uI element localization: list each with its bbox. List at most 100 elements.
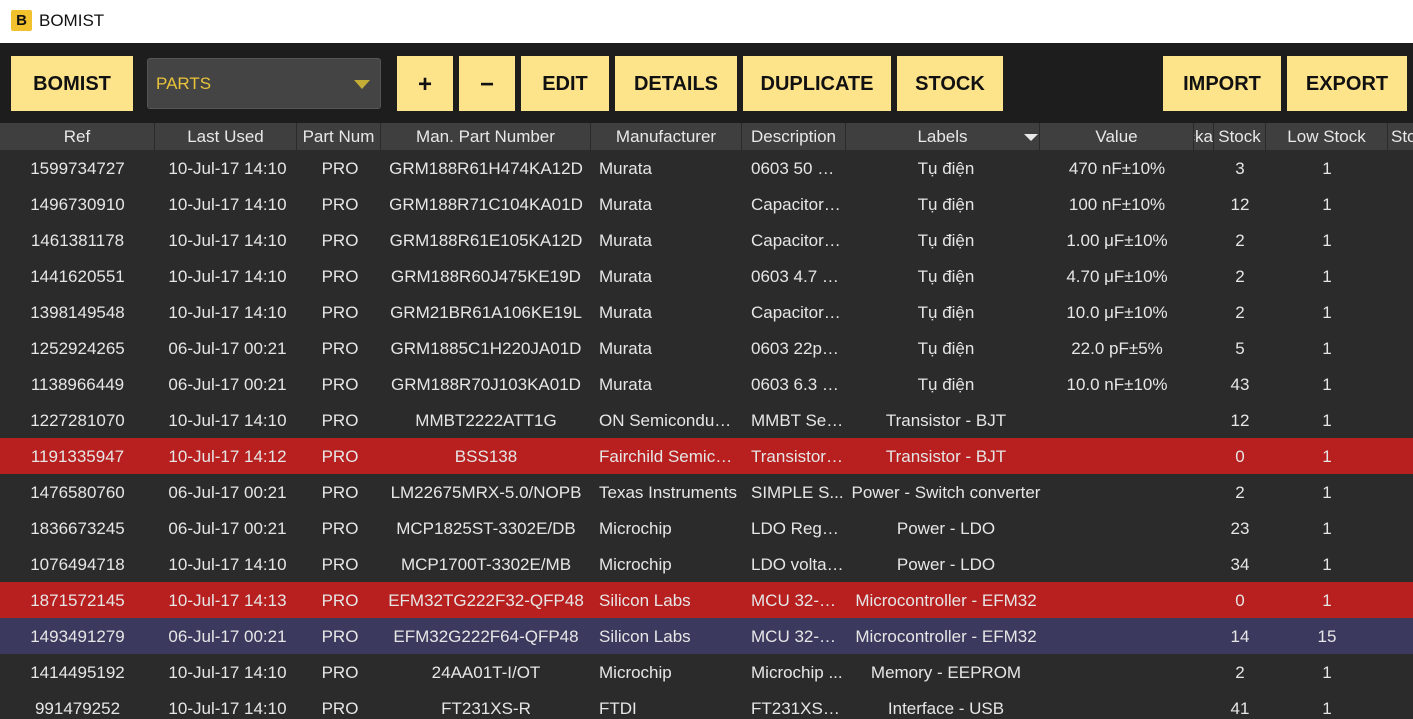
table-row[interactable]: 1836673245 06-Jul-17 00:21 PRO MCP1825ST-33… [0, 510, 1413, 546]
cell-stock: 14 [1230, 627, 1250, 646]
table-row[interactable]: 1461381178 10-Jul-17 14:10 PRO GRM188R61E10… [0, 222, 1413, 258]
column-header-description[interactable]: Description [742, 123, 846, 150]
cell-last-used: 10-Jul-17 14:10 [168, 231, 287, 250]
cell-last-used: 10-Jul-17 14:10 [168, 555, 287, 574]
cell-value [1040, 474, 1194, 510]
cell-stock: 12 [1230, 195, 1250, 214]
cell-part-num: PRO [321, 699, 359, 718]
cell-mpn: MMBT2222ATT1G [415, 411, 557, 430]
cell-stock: 2 [1235, 663, 1245, 682]
cell-mpn: GRM188R70J103KA01D [391, 375, 581, 394]
cell-part-num: PRO [321, 627, 359, 646]
edit-button[interactable]: EDIT [521, 56, 609, 111]
cell-last-used: 10-Jul-17 14:10 [168, 699, 287, 718]
cell-part-num: PRO [321, 663, 359, 682]
cell-last-used: 10-Jul-17 14:10 [168, 267, 287, 286]
stock-button[interactable]: STOCK [897, 56, 1003, 111]
cell-ref: 1191335947 [30, 447, 125, 466]
cell-labels: Power - LDO [896, 519, 996, 538]
cell-value [1040, 546, 1194, 582]
table-row[interactable]: 1493491279 06-Jul-17 00:21 PRO EFM32G222F64… [0, 618, 1413, 654]
cell-ref: 1461381178 [30, 231, 125, 250]
cell-labels: Tụ điện [917, 375, 975, 394]
table-row[interactable]: 1599734727 10-Jul-17 14:10 PRO GRM188R61H47… [0, 150, 1413, 186]
cell-low-stock: 1 [1322, 339, 1332, 358]
column-header-stock[interactable]: Stock [1214, 123, 1266, 150]
cell-manufacturer: Microchip [599, 519, 672, 538]
cell-mpn: EFM32TG222F32-QFP48 [388, 591, 584, 610]
column-header-labels[interactable]: Labels [846, 123, 1040, 150]
cell-value [1040, 690, 1194, 719]
table-row[interactable]: 1496730910 10-Jul-17 14:10 PRO GRM188R71C10… [0, 186, 1413, 222]
duplicate-button[interactable]: DUPLICATE [743, 56, 891, 111]
table-row[interactable]: 1227281070 10-Jul-17 14:10 PRO MMBT2222ATT1… [0, 402, 1413, 438]
details-button[interactable]: DETAILS [615, 56, 737, 111]
cell-last-used: 10-Jul-17 14:10 [168, 303, 287, 322]
table-row[interactable]: 1076494718 10-Jul-17 14:10 PRO MCP1700T-330… [0, 546, 1413, 582]
column-header-mpn[interactable]: Man. Part Number [381, 123, 591, 150]
cell-labels: Microcontroller - EFM32 [855, 591, 1037, 610]
cell-labels: Tụ điện [917, 303, 975, 322]
cell-description: Capacitor: ... [751, 195, 844, 214]
import-button[interactable]: IMPORT [1163, 56, 1281, 111]
cell-ref: 1441620551 [30, 267, 125, 286]
cell-labels: Tụ điện [917, 159, 975, 178]
cell-last-used: 10-Jul-17 14:10 [168, 663, 287, 682]
cell-ref: 1493491279 [30, 627, 125, 646]
cell-manufacturer: Murata [599, 159, 652, 178]
cell-ref: 1398149548 [30, 303, 125, 322]
remove-part-button[interactable]: − [459, 56, 515, 111]
table-row[interactable]: 1398149548 10-Jul-17 14:10 PRO GRM21BR61A10… [0, 294, 1413, 330]
cell-value: 4.70 μF±10% [1066, 267, 1168, 286]
cell-labels: Tụ điện [917, 339, 975, 358]
table-row[interactable]: 1441620551 10-Jul-17 14:10 PRO GRM188R60J47… [0, 258, 1413, 294]
table-row[interactable]: 1252924265 06-Jul-17 00:21 PRO GRM1885C1H22… [0, 330, 1413, 366]
cell-manufacturer: Texas Instruments [599, 483, 737, 502]
cell-mpn: 24AA01T-I/OT [431, 663, 541, 682]
cell-part-num: PRO [321, 195, 359, 214]
cell-part-num: PRO [321, 375, 359, 394]
cell-manufacturer: Murata [599, 339, 652, 358]
table-row[interactable]: 1138966449 06-Jul-17 00:21 PRO GRM188R70J10… [0, 366, 1413, 402]
cell-description: LDO voltag... [751, 555, 844, 574]
cell-mpn: GRM188R60J475KE19D [391, 267, 581, 286]
column-header-value[interactable]: Value [1040, 123, 1194, 150]
column-header-truncated[interactable]: cka [1194, 123, 1214, 150]
cell-manufacturer: Microchip [599, 663, 672, 682]
cell-low-stock: 1 [1322, 159, 1332, 178]
cell-low-stock: 1 [1322, 303, 1332, 322]
cell-stock: 23 [1230, 519, 1250, 538]
cell-part-num: PRO [321, 159, 359, 178]
cell-description: SIMPLE S... [751, 483, 844, 502]
cell-mpn: BSS138 [454, 447, 518, 466]
cell-manufacturer: Murata [599, 267, 652, 286]
cell-description: Microchip ... [751, 663, 843, 682]
cell-mpn: GRM188R61E105KA12D [389, 231, 583, 250]
cell-value: 1.00 μF±10% [1066, 231, 1168, 250]
table-row[interactable]: 991479252 10-Jul-17 14:10 PRO FT231XS-R FTDI… [0, 690, 1413, 719]
table-row[interactable]: 1191335947 10-Jul-17 14:12 PRO BSS138 Fairch… [0, 438, 1413, 474]
view-select[interactable]: PARTS [147, 58, 381, 109]
cell-description: 0603 6.3 V... [751, 375, 844, 394]
cell-last-used: 10-Jul-17 14:12 [168, 447, 287, 466]
table-row[interactable]: 1476580760 06-Jul-17 00:21 PRO LM22675MRX-5… [0, 474, 1413, 510]
cell-part-num: PRO [321, 519, 359, 538]
window-title: BOMIST [39, 11, 105, 30]
table-row[interactable]: 1414495192 10-Jul-17 14:10 PRO 24AA01T-I/OT… [0, 654, 1413, 690]
cell-part-num: PRO [321, 591, 359, 610]
export-button[interactable]: EXPORT [1287, 56, 1407, 111]
brand-button[interactable]: BOMIST [11, 56, 133, 111]
app-logo-icon: B [11, 10, 32, 31]
column-header-low-stock[interactable]: Low Stock [1266, 123, 1388, 150]
column-header-part-num[interactable]: Part Num [297, 123, 381, 150]
cell-description: 0603 50 V ... [751, 159, 844, 178]
column-header-manufacturer[interactable]: Manufacturer [591, 123, 742, 150]
column-header-storage[interactable]: Sto [1388, 123, 1413, 150]
cell-description: MMBT Seri... [751, 411, 844, 430]
table-row[interactable]: 1871572145 10-Jul-17 14:13 PRO EFM32TG222F3… [0, 582, 1413, 618]
add-part-button[interactable]: + [397, 56, 453, 111]
column-header-last-used[interactable]: Last Used [155, 123, 297, 150]
column-header-ref[interactable]: Ref [0, 123, 155, 150]
cell-last-used: 06-Jul-17 00:21 [168, 339, 287, 358]
cell-value [1040, 402, 1194, 438]
